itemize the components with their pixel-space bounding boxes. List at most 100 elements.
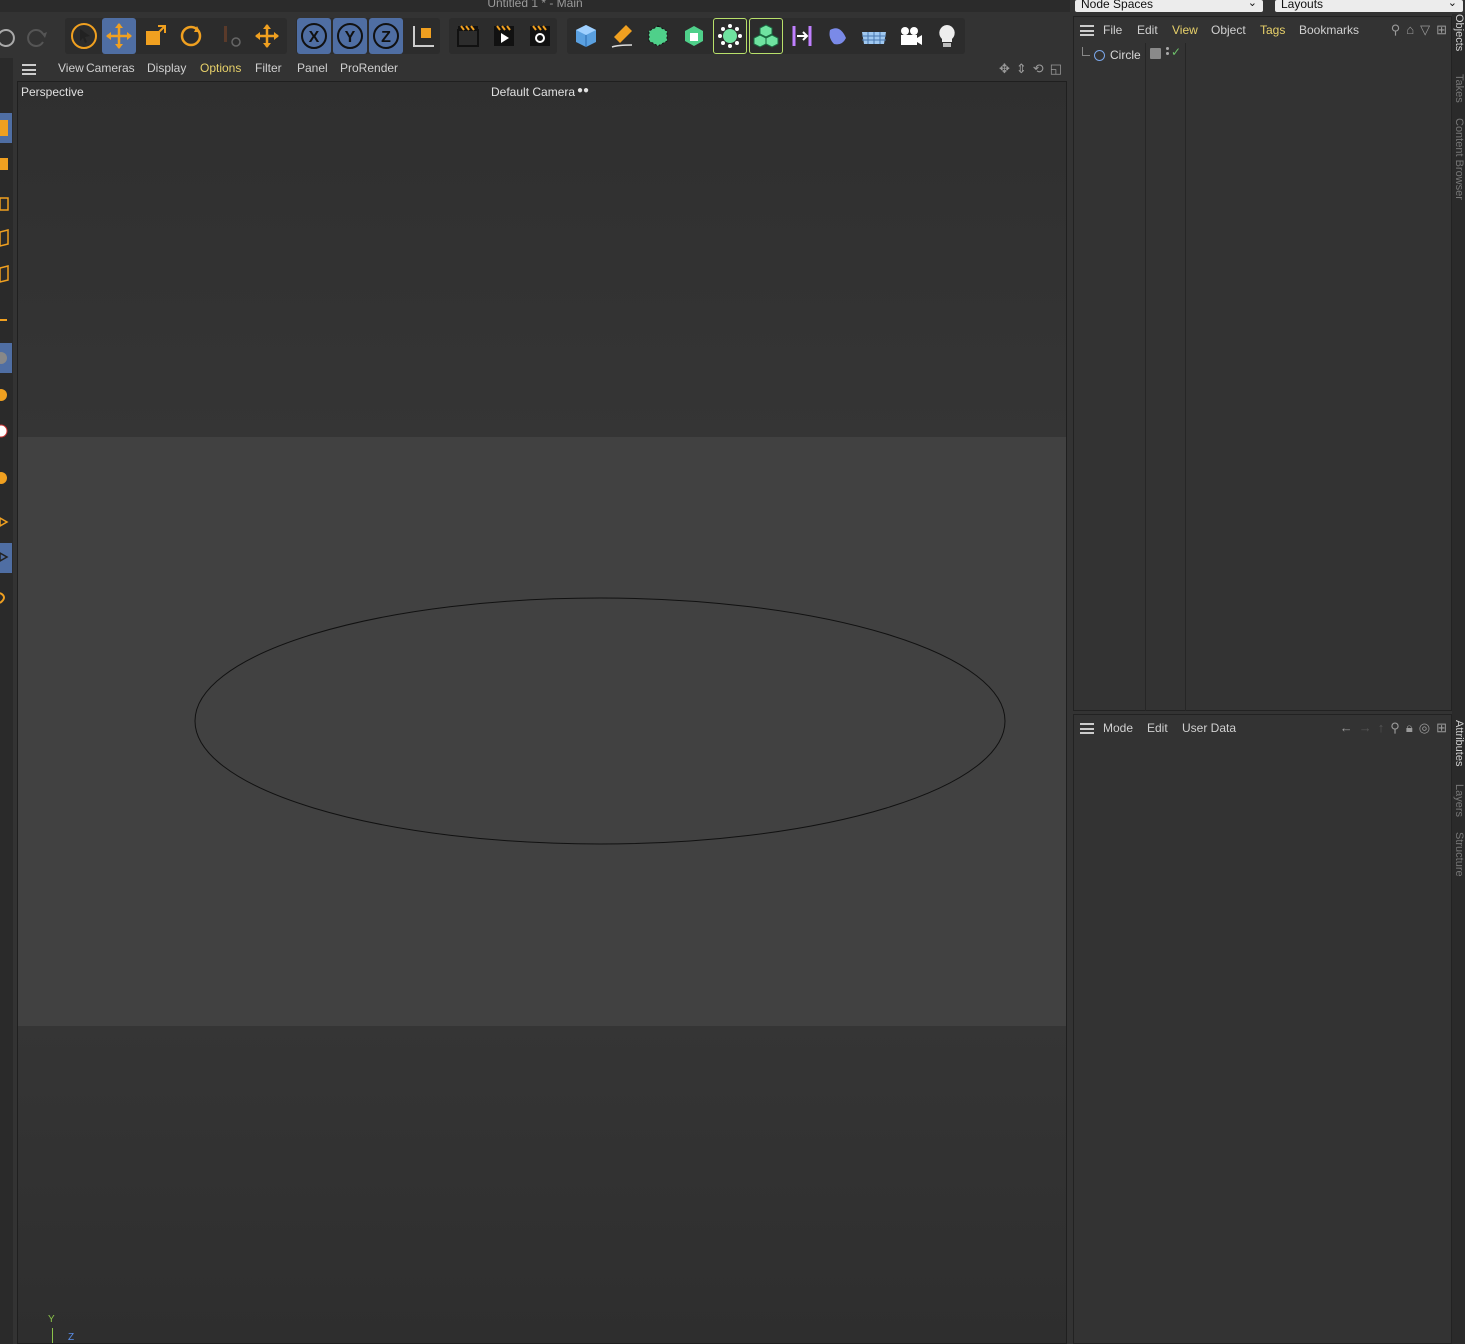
visibility-dots-icon[interactable]	[1166, 47, 1170, 59]
home-icon[interactable]: ⌂	[1406, 22, 1414, 38]
scale-tool-icon	[146, 25, 166, 45]
menu-view[interactable]: View	[58, 61, 84, 75]
menu-display[interactable]: Display	[147, 61, 186, 75]
orbit-icon[interactable]: ⟲	[1033, 61, 1044, 77]
scale-tool-button[interactable]	[138, 18, 172, 54]
light-button[interactable]	[930, 18, 964, 54]
chevron-down-icon: ⌄	[1247, 0, 1257, 9]
objects-menu-view[interactable]: View	[1172, 23, 1198, 37]
y-axis-button[interactable]: Y	[333, 18, 367, 54]
main-toolbar: X Y Z	[0, 14, 1070, 58]
z-axis-button[interactable]: Z	[369, 18, 403, 54]
column-divider	[1145, 43, 1146, 711]
attributes-menubar: Mode Edit User Data ← → ↑ ⚲ 🔒︎ ◎ ⊞	[1074, 715, 1451, 741]
x-axis-button[interactable]: X	[297, 18, 331, 54]
axis-y-line	[52, 1328, 53, 1343]
enabled-check-icon[interactable]: ✓	[1171, 45, 1181, 59]
camera-button[interactable]	[893, 18, 927, 54]
objects-menu-file[interactable]: File	[1103, 23, 1122, 37]
tab-takes[interactable]: Takes	[1452, 74, 1465, 103]
tab-objects[interactable]: Objects	[1452, 14, 1465, 51]
cube-icon	[576, 25, 596, 47]
extrude-button[interactable]	[677, 18, 711, 54]
hamburger-icon[interactable]	[22, 64, 36, 75]
deformer-button[interactable]	[821, 18, 855, 54]
mode-icons	[0, 120, 9, 604]
axis-z-label: Z	[68, 1332, 75, 1343]
redo-button[interactable]	[20, 18, 54, 54]
dolly-icon[interactable]: ⇕	[1016, 61, 1027, 77]
object-name[interactable]: Circle	[1110, 48, 1141, 62]
cloner-icon	[718, 24, 742, 48]
node-spaces-dropdown[interactable]: Node Spaces ⌄	[1075, 0, 1263, 12]
tab-content-browser[interactable]: Content Browser	[1452, 118, 1465, 200]
search-icon[interactable]: ⚲	[1391, 22, 1401, 38]
layouts-dropdown[interactable]: Layouts ⌄	[1275, 0, 1463, 12]
objects-menu-bookmarks[interactable]: Bookmarks	[1299, 23, 1372, 37]
pan-icon[interactable]: ✥	[999, 61, 1010, 77]
menu-prorender[interactable]: ProRender	[340, 61, 398, 75]
hamburger-icon[interactable]	[1080, 723, 1094, 734]
placeholder-tool-icon	[224, 26, 241, 47]
bend-icon	[792, 26, 812, 46]
attributes-panel: Mode Edit User Data ← → ↑ ⚲ 🔒︎ ◎ ⊞	[1073, 714, 1452, 1344]
tab-structure[interactable]: Structure	[1452, 832, 1465, 877]
search-icon[interactable]: ⚲	[1390, 720, 1400, 736]
cube-button[interactable]	[569, 18, 603, 54]
pen-button[interactable]	[605, 18, 639, 54]
coordinate-system-icon	[413, 26, 434, 47]
redo-icon	[27, 29, 47, 47]
menu-filter[interactable]: Filter	[255, 61, 282, 75]
objects-menu-tags[interactable]: Tags	[1260, 23, 1285, 37]
node-spaces-label: Node Spaces	[1081, 0, 1154, 11]
transform-tool-button[interactable]	[250, 18, 284, 54]
tab-attributes[interactable]: Attributes	[1452, 720, 1465, 766]
select-tool-button[interactable]	[67, 18, 101, 54]
placeholder-tool-button[interactable]	[213, 18, 247, 54]
y-axis-label: Y	[345, 29, 356, 46]
attributes-menu-user-data[interactable]: User Data	[1182, 721, 1236, 735]
circle-spline-icon	[1094, 50, 1105, 61]
x-axis-label: X	[309, 29, 320, 46]
rotate-tool-button[interactable]	[174, 18, 208, 54]
render-region-icon	[457, 25, 479, 47]
target-icon[interactable]: ◎	[1419, 720, 1430, 736]
lock-icon[interactable]: 🔒︎	[1406, 720, 1413, 736]
tab-layers[interactable]: Layers	[1452, 784, 1465, 817]
objects-menu-object[interactable]: Object	[1211, 23, 1246, 37]
cloner-button[interactable]	[713, 18, 747, 54]
forward-arrow-icon[interactable]: →	[1359, 720, 1372, 736]
move-tool-icon	[106, 23, 132, 49]
attributes-menu-edit[interactable]: Edit	[1147, 721, 1168, 735]
circle-spline[interactable]	[18, 82, 1067, 1344]
tree-line	[1082, 47, 1090, 56]
undo-button[interactable]	[0, 18, 22, 54]
render-settings-button[interactable]	[523, 18, 557, 54]
chevron-down-icon: ⌄	[1447, 0, 1457, 9]
maximize-icon[interactable]: ◱	[1050, 61, 1062, 77]
filter-icon[interactable]: ▽	[1420, 22, 1430, 38]
z-axis-icon: Z	[373, 23, 399, 49]
render-view-button[interactable]	[487, 18, 521, 54]
back-arrow-icon[interactable]: ←	[1340, 720, 1353, 736]
render-region-button[interactable]	[451, 18, 485, 54]
hamburger-icon[interactable]	[1080, 25, 1094, 36]
new-panel-icon[interactable]: ⊞	[1436, 720, 1447, 736]
objects-menu-edit[interactable]: Edit	[1137, 23, 1158, 37]
mograph-button[interactable]	[749, 18, 783, 54]
up-arrow-icon[interactable]: ↑	[1378, 720, 1385, 736]
coordinate-system-button[interactable]	[406, 18, 440, 54]
subdivision-button[interactable]	[641, 18, 675, 54]
z-axis-label: Z	[381, 29, 391, 46]
attributes-menu-mode[interactable]: Mode	[1103, 721, 1133, 735]
bend-button[interactable]	[785, 18, 819, 54]
menu-options[interactable]: Options	[200, 61, 241, 75]
move-tool-button[interactable]	[102, 18, 136, 54]
layer-icon[interactable]	[1150, 48, 1161, 59]
floor-button[interactable]	[857, 18, 891, 54]
new-panel-icon[interactable]: ⊞	[1436, 22, 1447, 38]
viewport-perspective[interactable]: Perspective Default Camera ●● Y Z	[17, 81, 1067, 1344]
transform-tool-icon	[255, 24, 279, 48]
menu-panel[interactable]: Panel	[297, 61, 328, 75]
menu-cameras[interactable]: Cameras	[86, 61, 135, 75]
